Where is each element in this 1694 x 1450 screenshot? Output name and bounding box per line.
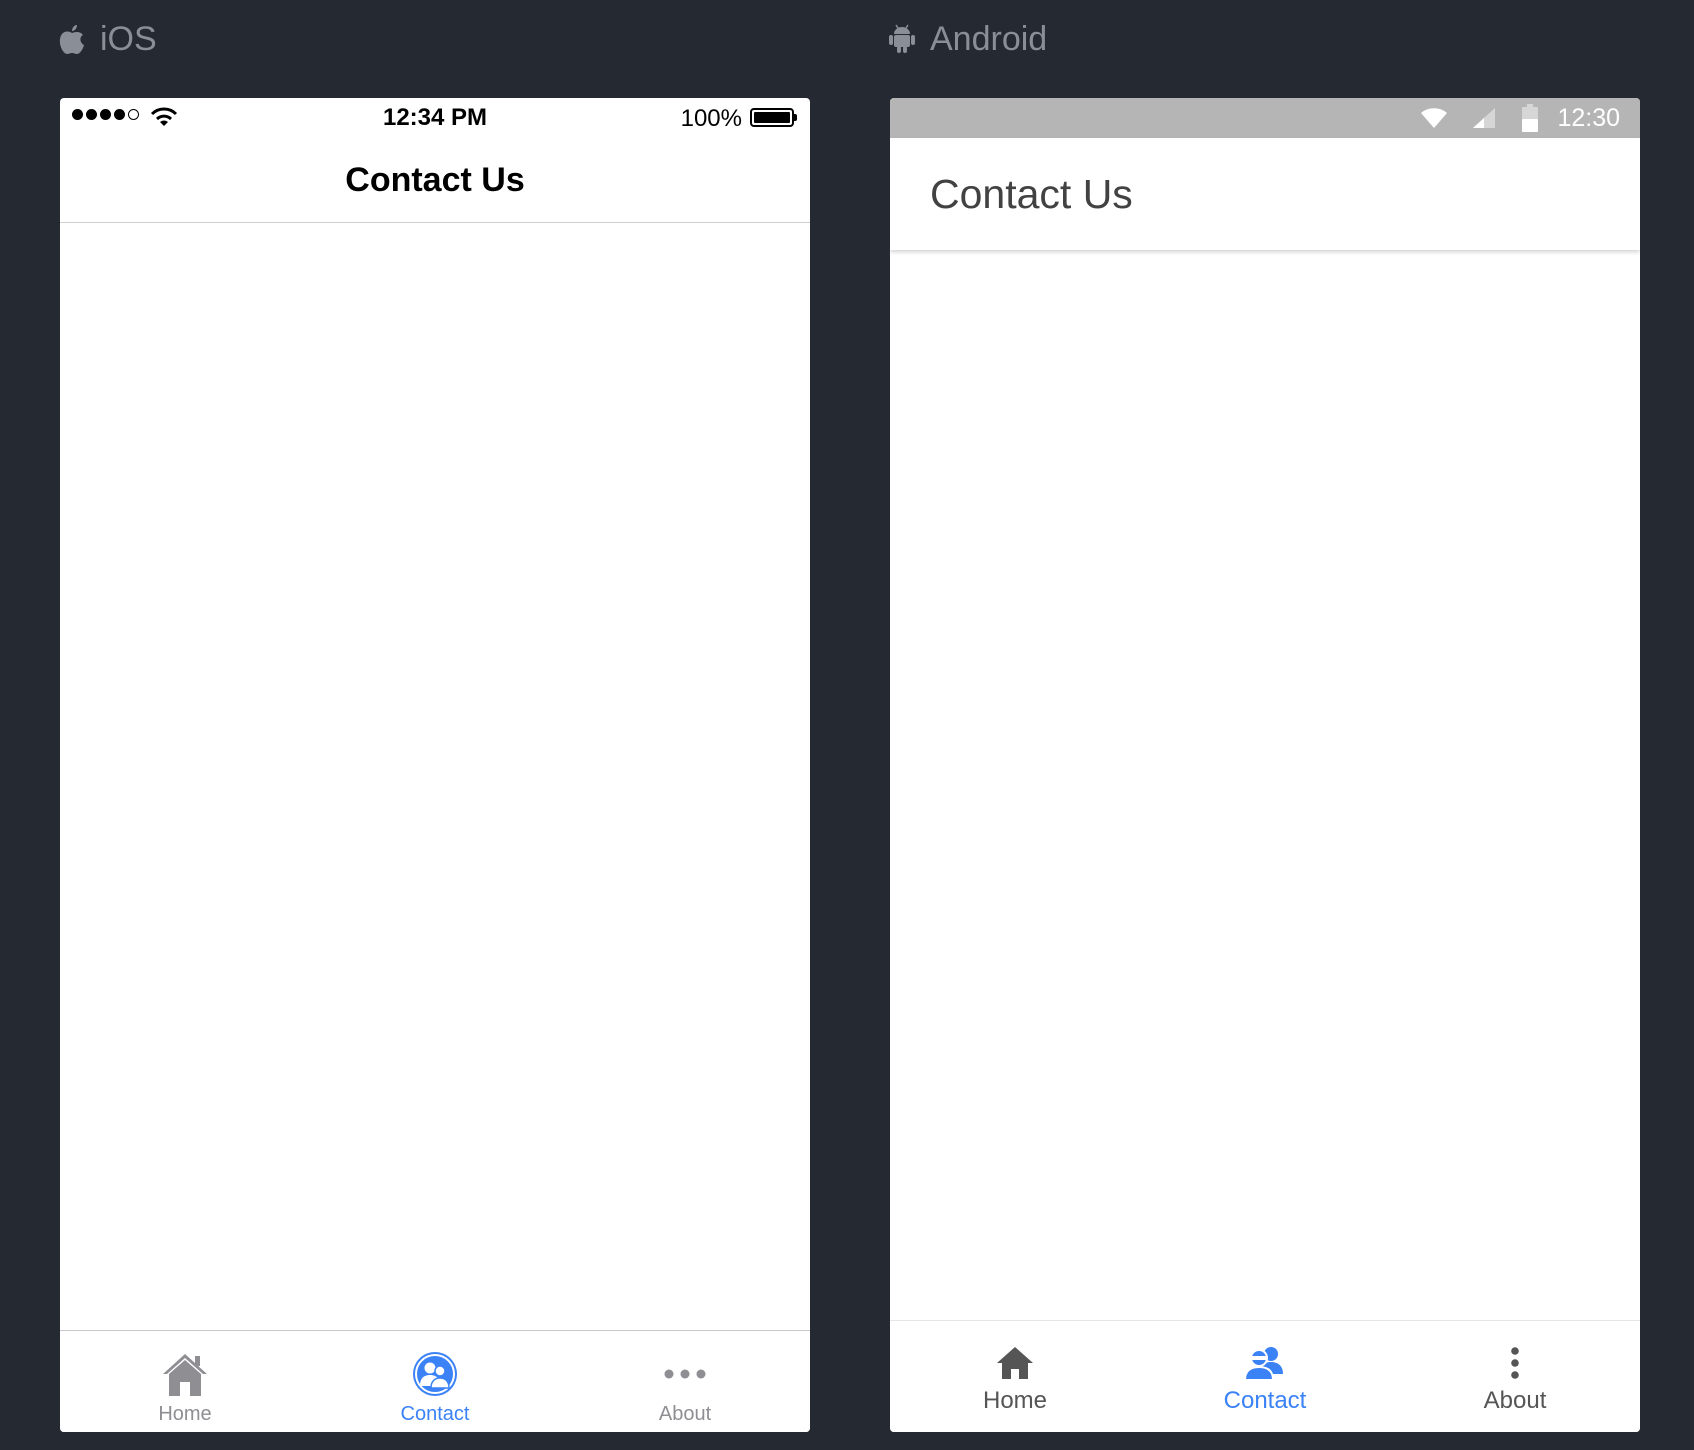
ios-platform-text: iOS: [100, 19, 157, 58]
page-title: Contact Us: [930, 170, 1133, 217]
android-icon: [889, 24, 915, 53]
tab-home-label: Home: [982, 1387, 1048, 1414]
tab-about-label: About: [658, 1403, 712, 1425]
page-title: Contact Us: [345, 160, 525, 199]
ios-status-bar: 12:34 PM 100%: [60, 98, 810, 138]
battery-icon: [750, 108, 797, 127]
android-app-bar: Contact Us: [890, 138, 1640, 250]
android-platform-label: Android: [888, 18, 1047, 60]
more-horizontal-icon: [664, 1369, 706, 1379]
tab-contact-label: Contact: [400, 1403, 470, 1425]
tab-home[interactable]: Home: [890, 1321, 1140, 1432]
more-vertical-icon: [1511, 1347, 1519, 1379]
apple-icon: [59, 25, 84, 54]
battery-percentage: 100%: [680, 105, 742, 132]
tab-contact-label: Contact: [1223, 1387, 1307, 1414]
android-phone-screen: 12:30 Contact Us Home Contact About: [890, 98, 1640, 1432]
ios-navigation-bar: Contact Us: [60, 138, 810, 223]
contacts-icon: [413, 1352, 457, 1396]
tab-contact[interactable]: Contact: [310, 1331, 560, 1432]
tab-home[interactable]: Home: [60, 1331, 310, 1432]
tab-about[interactable]: About: [1390, 1321, 1640, 1432]
tab-about[interactable]: About: [560, 1331, 810, 1432]
android-content-area: [890, 250, 1640, 1320]
tab-contact[interactable]: Contact: [1140, 1321, 1390, 1432]
wifi-icon: [1421, 108, 1447, 128]
battery-icon: [1522, 104, 1538, 132]
tab-home-label: Home: [158, 1403, 212, 1425]
ios-platform-label: iOS: [58, 18, 157, 60]
ios-content-area: [60, 223, 810, 1330]
contacts-icon: [1243, 1347, 1283, 1381]
android-status-bar: 12:30: [890, 98, 1640, 138]
android-platform-text: Android: [930, 19, 1048, 58]
cellular-signal-icon: [1473, 108, 1495, 128]
ios-tab-bar: Home Contact About: [60, 1330, 810, 1432]
tab-about-label: About: [1483, 1387, 1547, 1414]
home-icon: [997, 1347, 1033, 1379]
home-icon: [163, 1354, 207, 1396]
status-time: 12:30: [1557, 104, 1620, 132]
android-bottom-navigation: Home Contact About: [890, 1320, 1640, 1432]
ios-phone-screen: 12:34 PM 100% Contact Us Home Contact Ab…: [60, 98, 810, 1432]
